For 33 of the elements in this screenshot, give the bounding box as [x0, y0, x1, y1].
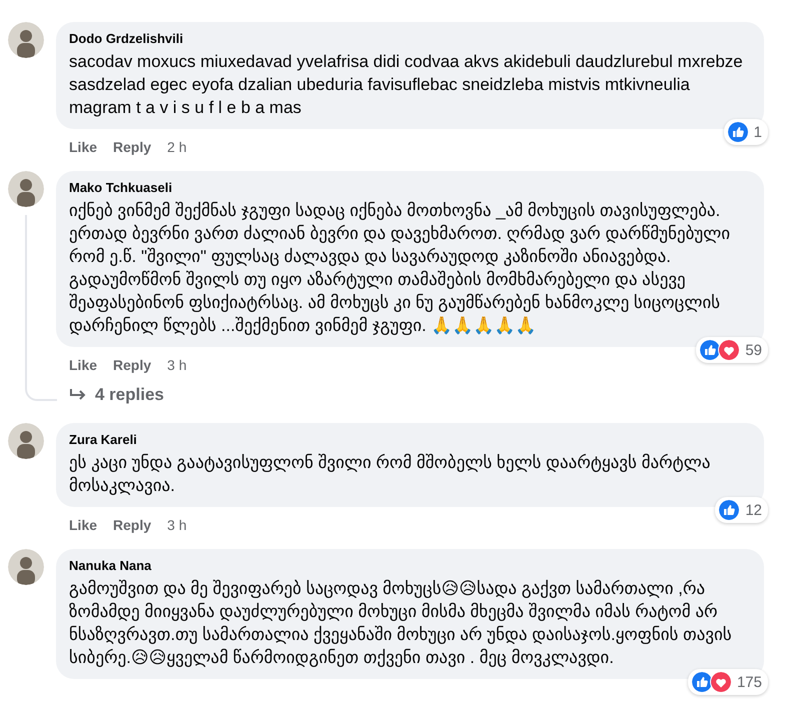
- comment-text: იქნებ ვინმემ შექმნას ჯგუფი სადაც იქნება მოთხოვნა _ამ მოხუცის თავისუფლება. ერთად ბევრნი ვართ ძალიან ბევრი და დავეხმაროთ. ღრმად ვარ დარწმუნებული რომ ე.წ. "შვილი" ფულსაც ძალავდა და სავარაუდოდ კაზინოში ანიავებდა. გადაუმოწმონ შვილს თუ იყო აზარტული თამაშების მომხმარებელი და ასევე შეაფასებინონ ფსიქიატრსაც. ამ მოხუცს კი ნუ გაუმწარებენ ხანმოკლე სიცოცლის დარჩენილ წლებს ...შექმენით ვინმემ ჯგუფი. 🙏🙏🙏🙏🙏: [69, 200, 732, 337]
- action-link[interactable]: Like: [69, 139, 98, 155]
- author-name[interactable]: Zura Kareli: [69, 431, 752, 449]
- thumbs-up-icon: [690, 671, 713, 693]
- heart-icon: [710, 671, 732, 693]
- thumbs-up-icon: [726, 121, 749, 143]
- timestamp[interactable]: 2 h: [167, 139, 187, 155]
- comment-text: გამოუშვით და მე შევიფარებ საცოდავ მოხუცს😥😥სადა გაქვთ სამართალი ,რა ზომამდე მიიყვანა დაუძლურებული მოხუცი მისმა მხეცმა შვილმა იმას რატომ არ ნსაზღვრავთ.თუ სამართალია ქვეყანაში მოხუცი არ უნდა დაისაჯოს.ყოფნის თავის სიბერე.😥😥ყველამ წარმოიდგინეთ თქვენი თავი . მეც მოვკლავდი.: [69, 578, 733, 669]
- timestamp[interactable]: 3 h: [167, 517, 187, 533]
- view-replies-link[interactable]: 4 replies: [95, 385, 164, 405]
- reaction-badge[interactable]: 1: [724, 119, 768, 145]
- action-link[interactable]: Like: [69, 517, 98, 533]
- reply-arrow-icon: [69, 388, 87, 402]
- avatar[interactable]: [8, 22, 44, 58]
- thumbs-up-icon: [718, 499, 740, 521]
- heart-icon: [718, 339, 740, 361]
- comment-text: sacodav moxucs miuxedavad yvelafrisa didi codvaa akvs akidebuli daudzlurebul mxrebze sasdzelad egec eyofa dzalian ubeduria favisuflebac sneidzleba mistvis mtkivneulia magram t a v i s u f l e b a mas: [69, 51, 744, 119]
- timestamp[interactable]: 3 h: [167, 357, 187, 373]
- avatar[interactable]: [8, 423, 44, 459]
- avatar[interactable]: [8, 549, 44, 585]
- action-link[interactable]: Reply: [113, 357, 152, 373]
- author-name[interactable]: Mako Tchkuaseli: [69, 179, 752, 197]
- author-name[interactable]: Dodo Grdzelishvili: [69, 30, 752, 48]
- reaction-badge[interactable]: 59: [696, 337, 768, 363]
- comment-text: ეს კაცი უნდა გაატავისუფლონ შვილი რომ მშობელს ხელს დაარტყავს მარტლა მოსაკლავია.: [69, 452, 712, 497]
- reaction-badge[interactable]: 175: [688, 669, 768, 695]
- author-name[interactable]: Nanuka Nana: [69, 557, 752, 575]
- action-link[interactable]: Like: [69, 357, 98, 373]
- thumbs-up-icon: [699, 339, 722, 361]
- action-link[interactable]: Reply: [113, 139, 152, 155]
- avatar[interactable]: [8, 171, 44, 207]
- reaction-badge[interactable]: 12: [715, 497, 768, 523]
- action-link[interactable]: Reply: [113, 517, 152, 533]
